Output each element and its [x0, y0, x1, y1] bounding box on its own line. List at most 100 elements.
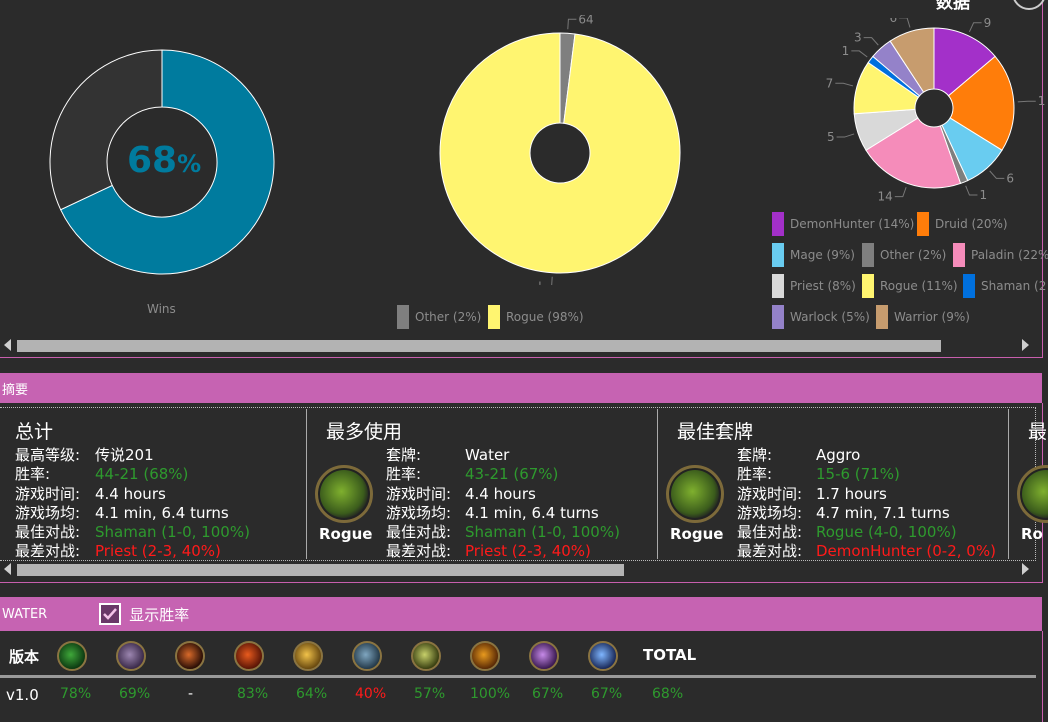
slice-value-label: 1: [1038, 94, 1046, 108]
stat-key: 胜率:: [15, 465, 51, 484]
opp-legend-mage[interactable]: Mage (9%): [772, 243, 855, 267]
legend-swatch: [772, 243, 784, 267]
opp-legend-demonhunter[interactable]: DemonHunter (14%): [772, 212, 914, 236]
card-divider: [657, 409, 658, 559]
decks-legend-rogue[interactable]: Rogue (98%): [488, 305, 584, 329]
winrate-cell: 78%: [60, 686, 92, 702]
legend-label: Druid (20%): [935, 217, 1008, 231]
demonhunter-icon: [588, 641, 618, 671]
summary-header-title: 摘要: [2, 382, 29, 398]
summary-header: 摘要: [0, 373, 1042, 403]
slice-value-label: 5: [827, 130, 835, 144]
slice-leader-line: [968, 22, 982, 33]
most-used-stats: 套牌: Water 胜率: 43-21 (67%) 游戏时间: 4.4 hours 游戏场均…: [386, 446, 620, 562]
winrate-cell: 57%: [414, 686, 446, 702]
slice-value-label: 64: [578, 15, 593, 26]
wins-percent-unit: %: [177, 150, 202, 178]
summary-horizontal-scrollbar[interactable]: [0, 561, 1042, 577]
stat-row: 游戏时间: 1.7 hours: [737, 485, 996, 504]
stat-row: 游戏时间: 4.4 hours: [15, 485, 250, 504]
scroll-left-arrow-icon[interactable]: [4, 563, 11, 575]
legend-swatch: [772, 274, 784, 298]
wins-percent-number: 68: [127, 140, 178, 181]
opp-legend-warlock[interactable]: Warlock (5%): [772, 305, 870, 329]
stat-row: 胜率: 43-21 (67%): [386, 465, 620, 484]
losses-slice[interactable]: [49, 49, 163, 211]
overall-stats: 最高等级: 传说201 胜率: 44-21 (68%) 游戏时间: 4.4 hours 游戏…: [15, 446, 250, 562]
stat-value: Shaman (1-0, 100%): [465, 523, 620, 542]
legend-swatch: [963, 274, 975, 298]
opp-legend-druid[interactable]: Druid (20%): [917, 212, 1008, 236]
legend-swatch: [772, 212, 784, 236]
show-winrate-checkbox[interactable]: [99, 603, 122, 625]
page-title: 数据: [936, 0, 970, 13]
scroll-right-arrow-icon[interactable]: [1022, 563, 1029, 575]
legend-swatch: [488, 305, 500, 329]
card-divider: [1008, 409, 1009, 559]
most-used-hero-label: Rogue: [319, 525, 373, 543]
slice-value-label: 1: [842, 44, 850, 58]
legend-label: DemonHunter (14%): [790, 217, 915, 231]
best-deck-hero-label: Rogue: [670, 525, 724, 543]
slice-leader-line: [1017, 100, 1036, 103]
opp-legend-shaman[interactable]: Shaman (2: [963, 274, 1046, 298]
opp-legend-priest[interactable]: Priest (8%): [772, 274, 856, 298]
charts-horizontal-scrollbar[interactable]: [0, 337, 1042, 353]
opp-legend-other[interactable]: Other (2%): [862, 243, 946, 267]
stat-row: 最佳对战: Shaman (1-0, 100%): [15, 523, 250, 542]
checkmark-icon: [103, 608, 118, 620]
slice-leader-line: [863, 37, 879, 46]
scroll-left-arrow-icon[interactable]: [4, 339, 11, 351]
legend-label: Other (2%): [880, 248, 947, 262]
priest-icon: [293, 641, 323, 671]
decks-donut-chart: 64 ': [439, 15, 681, 285]
stat-key: 游戏时间:: [737, 484, 803, 503]
stat-key: 游戏场均:: [15, 503, 81, 522]
slice-leader-line: [989, 170, 1005, 179]
show-winrate-label[interactable]: 显示胜率: [129, 604, 189, 625]
stat-value: Priest (2-3, 40%): [465, 542, 591, 561]
legend-label: Rogue (98%): [506, 310, 584, 324]
shaman-icon: [411, 641, 441, 671]
slice-leader-line: [836, 133, 855, 138]
wins-center-value: 68%: [127, 140, 201, 181]
warrior-icon: [529, 641, 559, 671]
stat-value: 1.7 hours: [816, 484, 887, 503]
slice-value-label: 3: [854, 31, 862, 45]
stat-key: 游戏场均:: [386, 503, 452, 522]
stat-key: 胜率:: [386, 465, 422, 484]
stat-row: 胜率: 44-21 (68%): [15, 465, 250, 484]
opp-legend-warrior[interactable]: Warrior (9%): [876, 305, 970, 329]
card-divider: [306, 409, 307, 559]
opp-legend-rogue[interactable]: Rogue (11%): [862, 274, 958, 298]
stat-row: 游戏场均: 4.7 min, 7.1 turns: [737, 504, 996, 523]
legend-label: Warlock (5%): [790, 310, 870, 324]
slice-leader-line: [851, 50, 868, 58]
scrollbar-thumb[interactable]: [17, 564, 624, 576]
stat-key: 最差对战:: [737, 542, 803, 561]
winrate-cell: -: [188, 686, 194, 702]
version-cell: v1.0: [6, 686, 39, 704]
stat-value: 44-21 (68%): [95, 465, 189, 484]
stat-key: 游戏时间:: [386, 484, 452, 503]
stat-row: 胜率: 15-6 (71%): [737, 465, 996, 484]
stat-value: 4.7 min, 7.1 turns: [816, 503, 950, 522]
best-deck-card-title: 最佳套牌: [677, 421, 754, 443]
stat-key: 胜率:: [737, 465, 773, 484]
slice-leader-line: [551, 276, 553, 285]
decks-legend-other[interactable]: Other (2%): [397, 305, 481, 329]
rogue-icon: [352, 641, 382, 671]
scroll-right-arrow-icon[interactable]: [1022, 339, 1029, 351]
winrate-cell: 64%: [296, 686, 328, 702]
stat-value: Water: [465, 446, 510, 464]
stat-row: 最差对战: DemonHunter (0-2, 0%): [737, 542, 996, 561]
scrollbar-thumb[interactable]: [17, 340, 941, 352]
slice-leader-line: [835, 82, 854, 87]
stat-key: 最差对战:: [386, 542, 452, 561]
stat-value: Priest (2-3, 40%): [95, 542, 221, 561]
legend-swatch: [917, 212, 929, 236]
stat-row: 最差对战: Priest (2-3, 40%): [15, 542, 250, 561]
opp-legend-paladin[interactable]: Paladin (22%: [953, 243, 1048, 267]
slice-value-label: 6: [889, 18, 897, 25]
deck-rogue-slice[interactable]: [439, 32, 681, 274]
